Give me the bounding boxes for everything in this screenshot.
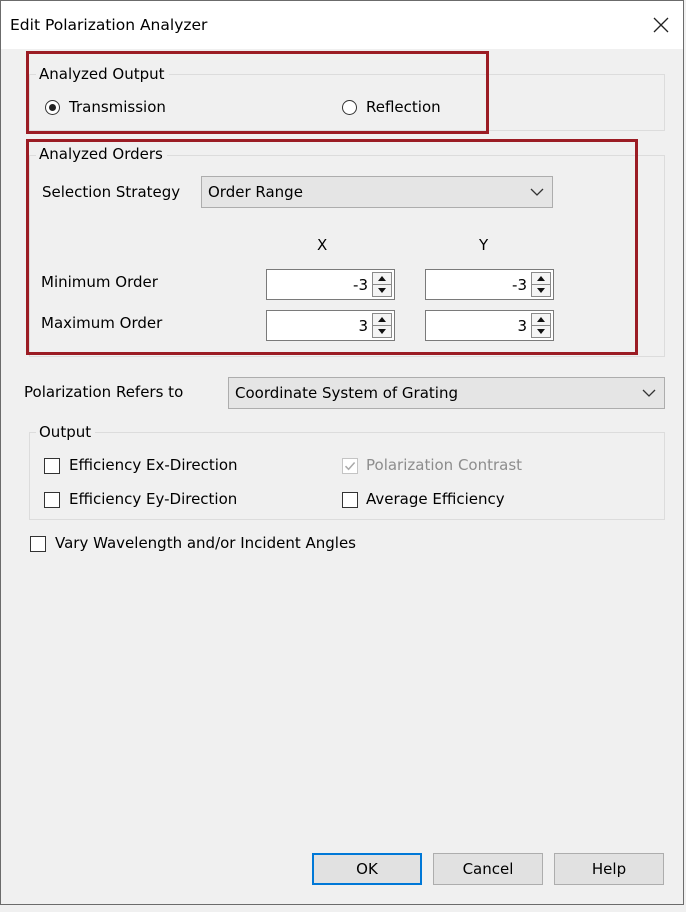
- cancel-button-label: Cancel: [462, 860, 514, 878]
- efficiency-ey-checkbox[interactable]: [44, 492, 60, 508]
- efficiency-ey-label[interactable]: Efficiency Ey-Direction: [69, 490, 237, 508]
- polarization-refers-dropdown[interactable]: Coordinate System of Grating: [228, 377, 665, 409]
- close-button[interactable]: [645, 10, 677, 40]
- ok-button[interactable]: OK: [312, 853, 422, 885]
- analyzed-orders-highlight: [26, 139, 638, 355]
- title-bar[interactable]: Edit Polarization Analyzer: [1, 1, 683, 49]
- output-legend: Output: [36, 423, 96, 441]
- ok-button-label: OK: [356, 860, 378, 878]
- help-button[interactable]: Help: [554, 853, 664, 885]
- polarization-refers-value: Coordinate System of Grating: [235, 384, 458, 402]
- help-button-label: Help: [591, 860, 627, 878]
- polarization-contrast-label: Polarization Contrast: [366, 456, 523, 474]
- polarization-contrast-checkbox[interactable]: [342, 458, 358, 474]
- dialog-window: Edit Polarization Analyzer Analyzed Outp…: [0, 0, 684, 905]
- cancel-button[interactable]: Cancel: [433, 853, 543, 885]
- chevron-down-icon: [642, 389, 656, 397]
- dialog-title: Edit Polarization Analyzer: [10, 16, 208, 34]
- efficiency-ex-label[interactable]: Efficiency Ex-Direction: [69, 456, 238, 474]
- analyzed-output-highlight: [26, 51, 489, 134]
- vary-wavelength-checkbox[interactable]: [30, 536, 46, 552]
- efficiency-ex-checkbox[interactable]: [44, 458, 60, 474]
- vary-wavelength-label[interactable]: Vary Wavelength and/or Incident Angles: [55, 534, 356, 552]
- polarization-refers-label: Polarization Refers to: [24, 383, 184, 401]
- average-efficiency-label[interactable]: Average Efficiency: [366, 490, 505, 508]
- average-efficiency-checkbox[interactable]: [342, 492, 358, 508]
- close-icon: [653, 17, 669, 33]
- checkmark-icon: [344, 462, 356, 471]
